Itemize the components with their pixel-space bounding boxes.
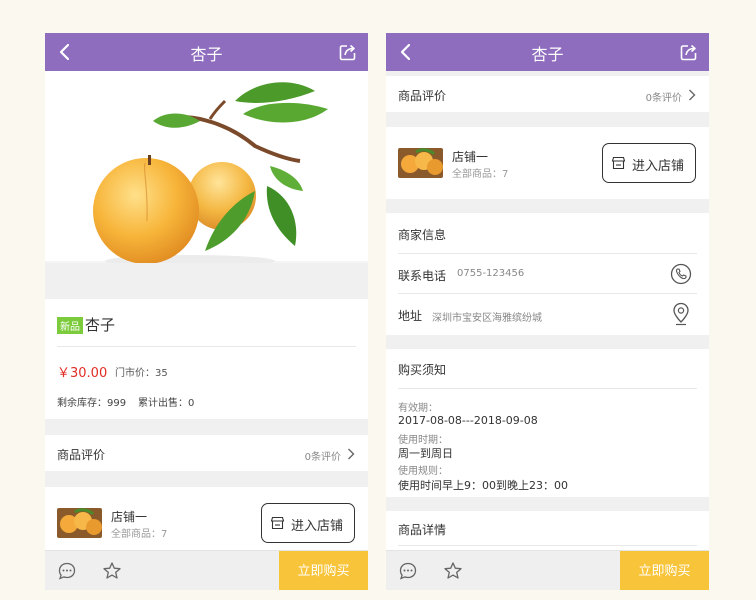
location-icon[interactable] bbox=[672, 302, 690, 326]
phone-number[interactable]: 0755-123456 bbox=[457, 268, 524, 279]
shop-row: 店铺一 全部商品：7 进入店铺 bbox=[386, 127, 709, 199]
divider bbox=[398, 388, 697, 389]
usage-time-value: 周一到周日 bbox=[398, 447, 453, 460]
rules-value: 使用时间早上9：00到晚上23：00 bbox=[398, 479, 568, 492]
shop-name: 店铺一 bbox=[452, 150, 489, 164]
product-image[interactable] bbox=[45, 71, 368, 267]
product-name: 杏子 bbox=[85, 316, 116, 334]
star-icon[interactable] bbox=[102, 561, 122, 581]
store-icon bbox=[270, 516, 285, 530]
page-title: 杏子 bbox=[531, 45, 564, 64]
enter-shop-label: 进入店铺 bbox=[632, 159, 685, 174]
product-details-section[interactable]: 商品详情 bbox=[386, 511, 709, 551]
enter-shop-button[interactable]: 进入店铺 bbox=[261, 503, 355, 543]
stock-count: 剩余库存：999 bbox=[57, 398, 127, 409]
enter-shop-label: 进入店铺 bbox=[291, 519, 344, 534]
apricot-illustration bbox=[45, 71, 368, 267]
shop-thumbnail[interactable] bbox=[398, 148, 443, 178]
usage-time-label: 使用时期： bbox=[398, 435, 448, 446]
buy-now-button[interactable]: 立即购买 bbox=[620, 551, 709, 590]
phone-label: 联系电话 bbox=[398, 269, 447, 283]
header-bar: 杏子 bbox=[386, 33, 709, 71]
shop-total: 全部商品：7 bbox=[452, 169, 509, 180]
reviews-count: 0条评价 bbox=[304, 452, 341, 463]
shop-thumbnail[interactable] bbox=[57, 508, 102, 538]
sold-count: 累计出售：0 bbox=[138, 398, 195, 409]
buy-now-button[interactable]: 立即购买 bbox=[279, 551, 368, 590]
chat-icon[interactable] bbox=[398, 561, 418, 581]
chevron-right-icon bbox=[689, 89, 696, 101]
bottom-bar: 立即购买 bbox=[386, 550, 709, 590]
validity-label: 有效期： bbox=[398, 403, 438, 414]
product-info-section: 新品 杏子 ￥30.00 门市价：35 剩余库存：999 累计出售：0 bbox=[45, 299, 368, 419]
validity-value: 2017-08-08---2018-09-08 bbox=[398, 414, 538, 427]
divider bbox=[398, 253, 697, 254]
shop-total: 全部商品：7 bbox=[111, 529, 168, 540]
store-icon bbox=[611, 156, 626, 170]
address-value: 深圳市宝安区海雅缤纷城 bbox=[432, 313, 542, 324]
divider bbox=[398, 545, 697, 546]
phone-icon[interactable] bbox=[670, 263, 692, 285]
page-title: 杏子 bbox=[190, 45, 223, 64]
share-icon[interactable] bbox=[338, 42, 358, 62]
notice-title: 购买须知 bbox=[398, 363, 447, 377]
new-badge: 新品 bbox=[57, 317, 83, 334]
phone-screen-product-top: 杏子 新品 杏子 ￥30.00 门市价：35 剩余库存：999 累计出售：0 商… bbox=[45, 33, 368, 590]
price: ￥30.00 bbox=[57, 366, 108, 381]
store-price: 门市价：35 bbox=[115, 368, 168, 379]
header-bar: 杏子 bbox=[45, 33, 368, 71]
details-title: 商品详情 bbox=[398, 523, 447, 537]
share-icon[interactable] bbox=[679, 42, 699, 62]
shop-row: 店铺一 全部商品：7 进入店铺 bbox=[45, 487, 368, 557]
reviews-count: 0条评价 bbox=[645, 93, 682, 104]
divider bbox=[398, 293, 697, 294]
star-icon[interactable] bbox=[443, 561, 463, 581]
reviews-label: 商品评价 bbox=[57, 448, 106, 462]
reviews-row[interactable]: 商品评价 0条评价 bbox=[45, 435, 368, 471]
reviews-row[interactable]: 商品评价 0条评价 bbox=[386, 76, 709, 112]
shop-name: 店铺一 bbox=[111, 510, 148, 524]
rules-label: 使用规则： bbox=[398, 466, 448, 477]
purchase-notice-section: 购买须知 有效期： 2017-08-08---2018-09-08 使用时期： … bbox=[386, 349, 709, 497]
chat-icon[interactable] bbox=[57, 561, 77, 581]
reviews-label: 商品评价 bbox=[398, 89, 447, 103]
divider bbox=[57, 346, 356, 347]
address-label: 地址 bbox=[398, 309, 423, 323]
bottom-bar: 立即购买 bbox=[45, 550, 368, 590]
merchant-info-section: 商家信息 联系电话 0755-123456 地址 深圳市宝安区海雅缤纷城 bbox=[386, 213, 709, 335]
merchant-info-title: 商家信息 bbox=[398, 228, 447, 242]
phone-screen-product-detail: 杏子 商品评价 0条评价 店铺一 全部商品：7 进入店铺 商家信息 联系电话 0… bbox=[386, 33, 709, 590]
chevron-right-icon bbox=[348, 448, 355, 460]
enter-shop-button[interactable]: 进入店铺 bbox=[602, 143, 696, 183]
